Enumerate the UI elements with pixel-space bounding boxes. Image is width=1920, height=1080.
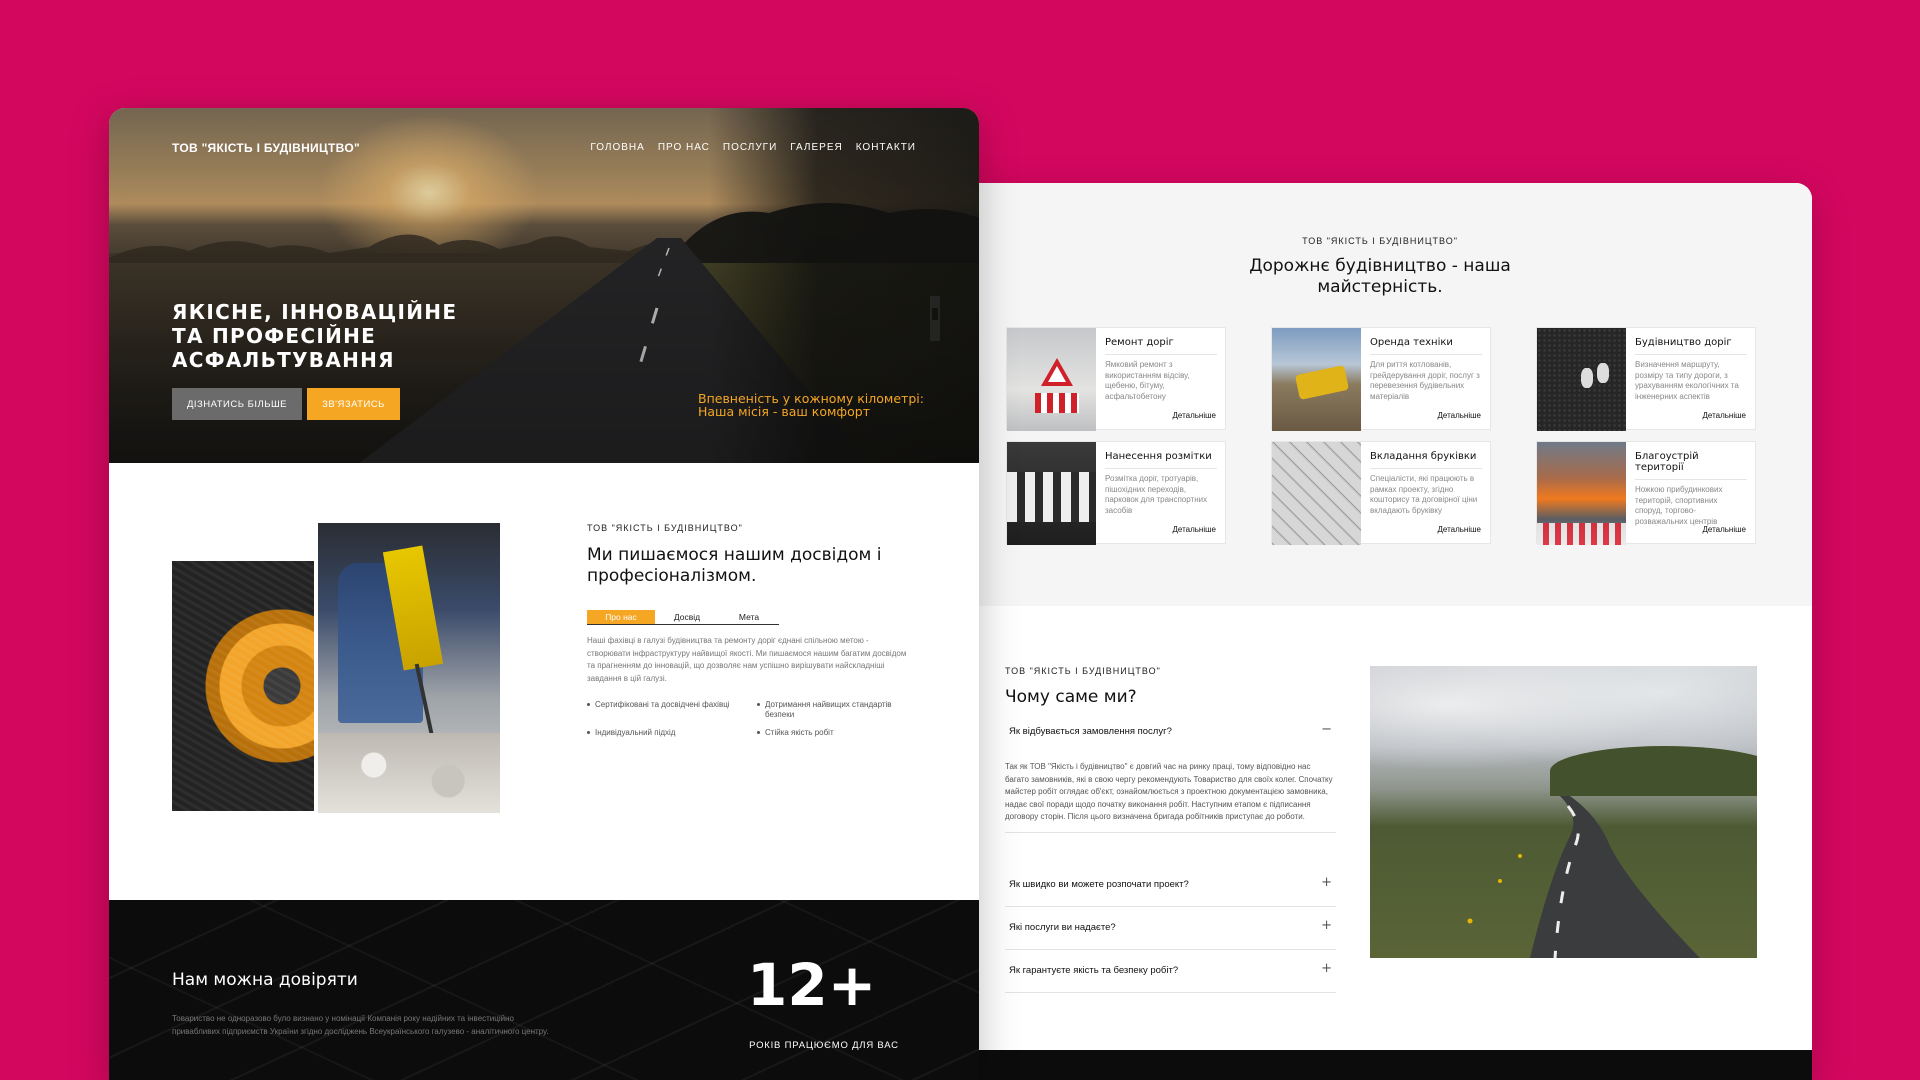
hero-tagline: Впевненість у кожному кілометрі: Наша мі… (698, 391, 924, 419)
expand-icon[interactable]: + (1321, 918, 1332, 933)
services-title: Дорожнє будівництво - наша майстерність. (1249, 256, 1511, 297)
landing-page-right: ТОВ "ЯКІСТЬ І БУДІВНИЦТВО" Дорожнє будів… (978, 183, 1812, 1080)
years-stat-number: 12+ (747, 951, 877, 1019)
hero-section: ТОВ "ЯКІСТЬ І БУДІВНИЦТВО" ГОЛОВНА ПРО Н… (109, 108, 979, 463)
footer-strip (978, 1050, 1812, 1080)
faq-answer: Так як ТОВ "Якість і будівництво" є довг… (1005, 762, 1333, 822)
services-eyebrow: ТОВ "ЯКІСТЬ І БУДІВНИЦТВО" (1302, 236, 1458, 246)
details-link[interactable]: Детальніше (1702, 411, 1746, 420)
about-bullets: Сертифіковані та досвідчені фахівці Дотр… (587, 700, 917, 738)
faq-item[interactable]: Як гарантуєте якість та безпеку робіт? + (1005, 949, 1336, 993)
trust-title: Нам можна довіряти (172, 970, 358, 990)
details-link[interactable]: Детальніше (1437, 411, 1481, 420)
tab-about[interactable]: Про нас (587, 610, 655, 624)
asphalt-image (1537, 328, 1626, 431)
service-card-equipment-rental[interactable]: Оренда техніки Для риття котлованів, грей… (1271, 327, 1491, 431)
faq-item[interactable]: Які послуги ви надаєте? + (1005, 906, 1336, 950)
about-tabs: Про нас Досвід Мета (587, 610, 779, 625)
open-road-image (1370, 666, 1757, 958)
road-repair-image (1007, 328, 1096, 431)
expand-icon[interactable]: + (1321, 875, 1332, 890)
service-card-road-marking[interactable]: Нанесення розмітки Розмітка доріг, тротуа… (1006, 441, 1226, 545)
about-text: Наші фахівці в галузі будівництва та рем… (587, 636, 907, 683)
collapse-icon[interactable]: − (1321, 722, 1332, 737)
faq-eyebrow: ТОВ "ЯКІСТЬ І БУДІВНИЦТВО" (1005, 666, 1161, 676)
faq-question[interactable]: Як швидко ви можете розпочати проект? + (1005, 863, 1336, 906)
service-card-paving[interactable]: Вкладання бруківки Спеціалісти, які працю… (1271, 441, 1491, 545)
faq-item[interactable]: Як швидко ви можете розпочати проект? + (1005, 863, 1336, 907)
paving-stones-image (1272, 442, 1361, 545)
nav-gallery[interactable]: ГАЛЕРЕЯ (790, 142, 842, 153)
tab-experience[interactable]: Досвід (655, 610, 719, 624)
jackhammer-worker-image (314, 523, 500, 813)
trust-section: Нам можна довіряти Товариство не однораз… (109, 900, 979, 1080)
bullet-item: Дотримання найвищих стандартів безпеки (757, 700, 917, 720)
bullet-item: Індивідуальний підхід (587, 728, 757, 738)
faq-question[interactable]: Які послуги ви надаєте? + (1005, 906, 1336, 949)
expand-icon[interactable]: + (1321, 961, 1332, 976)
bullet-item: Стійка якість робіт (757, 728, 917, 738)
nav-about[interactable]: ПРО НАС (658, 142, 710, 153)
service-card-road-construction[interactable]: Будівництво доріг Визначення маршруту, ро… (1536, 327, 1756, 431)
contact-button[interactable]: ЗВ'ЯЗАТИСЬ (307, 388, 400, 420)
main-nav: ГОЛОВНА ПРО НАС ПОСЛУГИ ГАЛЕРЕЯ КОНТАКТИ (590, 142, 916, 153)
years-stat-label: РОКІВ ПРАЦЮЄМО ДЛЯ ВАС (749, 1040, 899, 1051)
faq-question[interactable]: Як відбувається замовлення послуг? − (1005, 710, 1336, 753)
nav-home[interactable]: ГОЛОВНА (590, 142, 644, 153)
services-section: ТОВ "ЯКІСТЬ І БУДІВНИЦТВО" Дорожнє будів… (978, 183, 1812, 606)
about-title: Ми пишаємося нашим досвідом і професіона… (587, 545, 882, 586)
details-link[interactable]: Детальніше (1172, 525, 1216, 534)
details-link[interactable]: Детальніше (1172, 411, 1216, 420)
site-logo[interactable]: ТОВ "ЯКІСТЬ І БУДІВНИЦТВО" (172, 141, 360, 155)
faq-item[interactable]: Як відбувається замовлення послуг? − Так … (1005, 710, 1336, 833)
faq-title: Чому саме ми? (1005, 687, 1137, 707)
wheel-image (172, 561, 320, 811)
faq-question[interactable]: Як гарантуєте якість та безпеку робіт? + (1005, 949, 1336, 992)
service-card-road-repair[interactable]: Ремонт доріг Ямковий ремонт з використанн… (1006, 327, 1226, 431)
details-link[interactable]: Детальніше (1437, 525, 1481, 534)
hero-title: ЯКІСНЕ, ІННОВАЦІЙНЕ ТА ПРОФЕСІЙНЕ АСФАЛЬ… (172, 300, 458, 372)
crosswalk-image (1007, 442, 1096, 545)
about-eyebrow: ТОВ "ЯКІСТЬ І БУДІВНИЦТВО" (587, 523, 743, 533)
trust-text: Товариство не одноразово було визнано у … (172, 1014, 549, 1036)
bullet-item: Сертифіковані та досвідчені фахівці (587, 700, 757, 720)
learn-more-button[interactable]: ДІЗНАТИСЬ БІЛЬШЕ (172, 388, 302, 420)
excavator-image (1272, 328, 1361, 431)
tab-goal[interactable]: Мета (719, 610, 779, 624)
landing-page-left: ТОВ "ЯКІСТЬ І БУДІВНИЦТВО" ГОЛОВНА ПРО Н… (109, 108, 979, 1080)
service-card-landscaping[interactable]: Благоустрій території Ножкою прибудинкови… (1536, 441, 1756, 545)
nav-contacts[interactable]: КОНТАКТИ (856, 142, 916, 153)
details-link[interactable]: Детальніше (1702, 525, 1746, 534)
workers-image (1537, 442, 1626, 545)
nav-services[interactable]: ПОСЛУГИ (723, 142, 777, 153)
